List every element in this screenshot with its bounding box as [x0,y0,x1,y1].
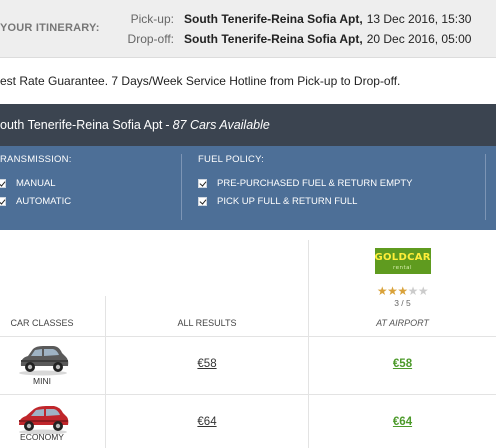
automatic-checkbox[interactable] [0,196,6,206]
filter-option-automatic[interactable]: AUTOMATIC [0,192,180,210]
pickup-label: Pick-up: [130,12,174,26]
itinerary-bar: YOUR ITINERARY: Pick-up: South Tenerife-… [0,0,496,58]
manual-checkbox[interactable] [0,178,6,188]
dropoff-datetime: 20 Dec 2016, 05:00 [366,32,472,46]
col-header-at-airport: AT AIRPORT [376,318,429,328]
prepurchased-fuel-label: PRE-PURCHASED FUEL & RETURN EMPTY [217,177,413,189]
star-icon: ★ [397,284,408,298]
manual-label: MANUAL [16,177,56,189]
filter-edge-divider [485,154,486,220]
location-separator: - [165,118,170,132]
star-icon: ★ [376,284,388,298]
col-header-all-results[interactable]: ALL RESULTS [106,318,308,328]
location-name: outh Tenerife-Reina Sofia Apt [0,118,163,132]
car-class-label: MINI [33,376,51,386]
full-to-full-label: PICK UP FULL & RETURN FULL [217,195,358,207]
filter-option-manual[interactable]: MANUAL [0,174,180,192]
price-at-airport[interactable]: €58 [309,358,496,370]
price-all-results[interactable]: €58 [106,358,308,370]
table-row: MINI €58 €58 [0,338,496,394]
pickup-location: South Tenerife-Reina Sofia Apt, [184,12,363,26]
dropoff-location: South Tenerife-Reina Sofia Apt, [184,32,363,46]
filter-panel: RANSMISSION: MANUAL AUTOMATIC FUEL POLIC… [0,146,496,230]
pickup-datetime: 13 Dec 2016, 15:30 [366,12,472,26]
rating-text: 3 / 5 [394,298,411,308]
table-row: ECONOMY €64 €64 [0,395,496,448]
itinerary-title: YOUR ITINERARY: [0,22,100,34]
logo-text: GOLDCAR [374,252,431,263]
car-mini-icon [19,346,69,376]
star-rating: ★★★★★ [309,285,496,297]
goldcar-logo[interactable]: GOLDCAR rental [374,248,431,274]
results-table: GOLDCAR rental ★★★★★ 3 / 5 CAR CLASSES A… [0,238,496,448]
automatic-label: AUTOMATIC [16,195,72,207]
pickup-row: Pick-up: South Tenerife-Reina Sofia Apt,… [108,12,472,26]
transmission-filter: RANSMISSION: MANUAL AUTOMATIC [0,154,180,210]
car-economy-icon [19,406,69,435]
prepurchased-fuel-checkbox[interactable] [198,178,207,188]
star-icon: ★ [387,284,398,298]
filter-option-prepurchased-fuel[interactable]: PRE-PURCHASED FUEL & RETURN EMPTY [198,174,488,192]
filter-option-full-to-full[interactable]: PICK UP FULL & RETURN FULL [198,192,488,210]
fuel-policy-heading: FUEL POLICY: [198,154,264,165]
header-divider [0,336,496,337]
full-to-full-checkbox[interactable] [198,196,207,206]
car-class-label: ECONOMY [20,432,64,442]
col-header-car-classes: CAR CLASSES [10,318,74,328]
transmission-heading: RANSMISSION: [0,154,72,165]
dropoff-row: Drop-off: South Tenerife-Reina Sofia Apt… [108,32,472,46]
rate-guarantee-text: est Rate Guarantee. 7 Days/Week Service … [0,74,401,88]
star-icon: ★ [407,284,419,298]
logo-subtext: rental [392,265,413,271]
dropoff-label: Drop-off: [127,32,174,46]
supplier-goldcar[interactable]: GOLDCAR rental ★★★★★ 3 / 5 [309,248,496,308]
location-bar: outh Tenerife-Reina Sofia Apt - 87 Cars … [0,104,496,146]
filter-divider [181,154,182,220]
cars-available-count: 87 Cars Available [172,118,270,132]
price-all-results[interactable]: €64 [106,416,308,428]
star-icon: ★ [417,284,429,298]
fuel-policy-filter: FUEL POLICY: PRE-PURCHASED FUEL & RETURN… [198,154,488,210]
price-at-airport[interactable]: €64 [309,416,496,428]
